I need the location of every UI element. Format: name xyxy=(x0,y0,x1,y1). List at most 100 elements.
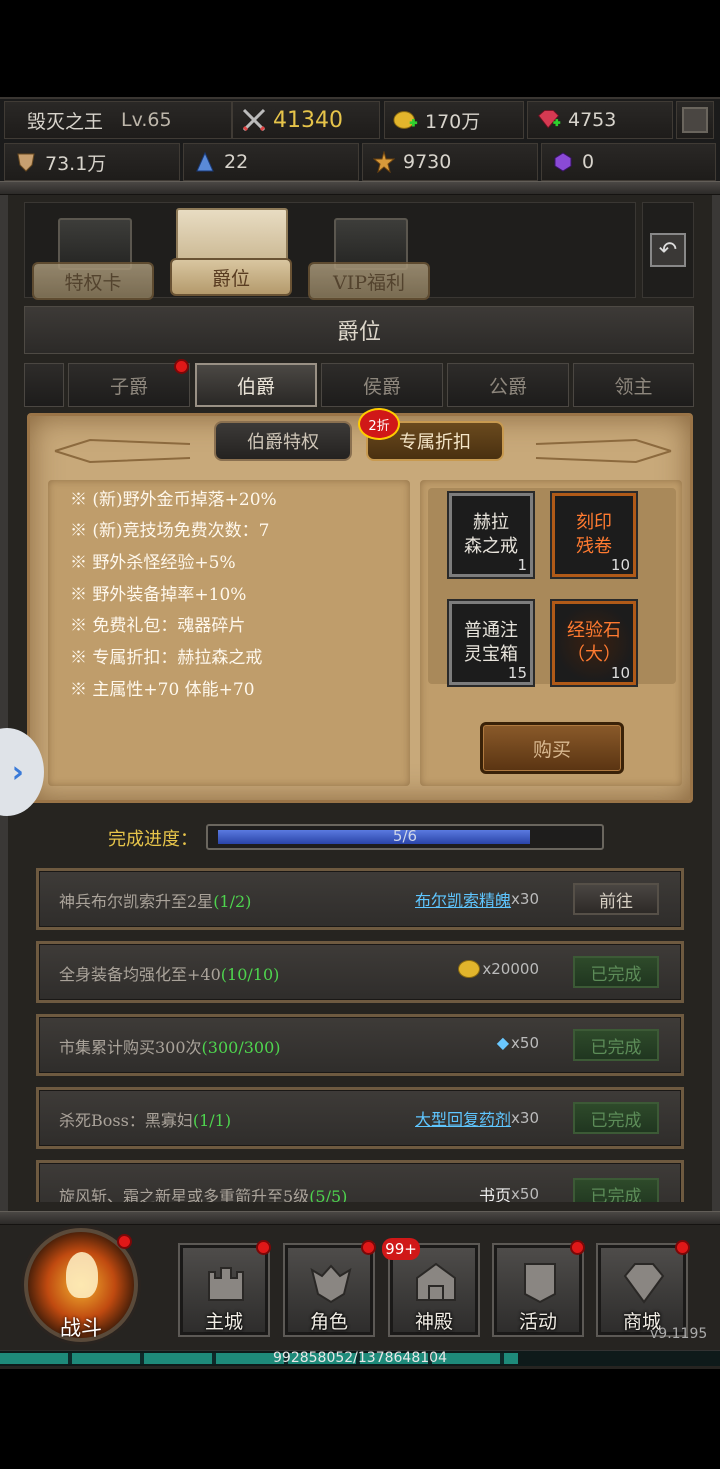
purple-crystal-icon xyxy=(550,149,576,175)
completed-button[interactable]: 已完成 xyxy=(573,956,659,988)
nav-main-city[interactable]: 主城 xyxy=(180,1245,268,1335)
gem-counter[interactable]: 4753 xyxy=(527,101,673,139)
rank-tab-scroll-left[interactable] xyxy=(24,363,64,407)
item-slot[interactable]: 普通注 灵宝箱 15 xyxy=(449,601,533,685)
task-name: 旋风斩、霜之新星或多重箭升至5级(5/5) xyxy=(59,1183,347,1202)
exp-text: 992858052/1378648104 xyxy=(273,1350,447,1366)
task-title: 全身装备均强化至+40 xyxy=(59,965,221,984)
triangle-crystal-icon xyxy=(192,149,218,175)
task-name: 神兵布尔凯索升至2星(1/2) xyxy=(59,888,251,912)
crystal-counter: 0 xyxy=(541,143,716,181)
gem-value: 4753 xyxy=(568,109,617,131)
star-emblem-icon xyxy=(371,149,397,175)
task-row: 旋风斩、霜之新星或多重箭升至5级(5/5) 书页 x50 已完成 xyxy=(36,1160,684,1202)
helmet-icon xyxy=(308,1260,354,1306)
crystal-value: 0 xyxy=(582,151,595,173)
title-bar: 爵位 xyxy=(24,306,694,354)
tab-duke[interactable]: 公爵 xyxy=(447,363,569,407)
mana-value: 22 xyxy=(224,151,249,173)
tab-lord[interactable]: 领主 xyxy=(573,363,694,407)
task-row: 神兵布尔凯索升至2星(1/2) 布尔凯索精魄 x30 前往 xyxy=(36,868,684,930)
task-progress: (5/5) xyxy=(309,1187,348,1202)
reward-link[interactable]: 书页 xyxy=(479,1182,511,1202)
reward-qty: x30 xyxy=(511,1109,539,1127)
honor-value: 9730 xyxy=(403,151,452,173)
perk-line: ※ 野外装备掉率+10% xyxy=(70,585,247,605)
task-reward: 大型回复药剂 x30 xyxy=(415,1106,539,1130)
task-progress: (1/1) xyxy=(192,1111,232,1130)
task-reward: 布尔凯索精魄 x30 xyxy=(415,887,539,911)
perk-line: ※ 免费礼包：魂器碎片 xyxy=(70,616,246,636)
task-progress: (1/2) xyxy=(213,892,252,911)
shield-icon xyxy=(13,149,39,175)
subtab-privilege[interactable]: 伯爵特权 xyxy=(214,421,352,461)
nav-label: 主城 xyxy=(204,1311,243,1333)
reward-qty: x50 xyxy=(511,1033,539,1052)
tab-privilege-card[interactable]: 特权卡 xyxy=(34,264,152,298)
tab-viscount[interactable]: 子爵 xyxy=(68,363,190,407)
reward-link[interactable]: 布尔凯索精魄 xyxy=(415,887,511,911)
completed-button[interactable]: 已完成 xyxy=(573,1029,659,1061)
task-reward: ◆ x50 xyxy=(497,1033,539,1052)
buy-button[interactable]: 购买 xyxy=(480,722,624,774)
task-title: 神兵布尔凯索升至2星 xyxy=(59,892,214,911)
gold-add-icon[interactable] xyxy=(393,107,419,133)
task-row: 市集累计购买300次(300/300) ◆ x50 已完成 xyxy=(36,1014,684,1076)
hp-counter: 73.1万 xyxy=(4,143,180,181)
tab-marquis[interactable]: 侯爵 xyxy=(321,363,443,407)
item-name: 刻印 残卷 xyxy=(576,512,612,557)
task-list-clip: 旋风斩、霜之新星或多重箭升至5级(5/5) 书页 x50 已完成 xyxy=(36,1160,684,1202)
goto-button[interactable]: 前往 xyxy=(573,883,659,915)
nav-battle-label: 战斗 xyxy=(60,1316,102,1340)
reward-qty: x20000 xyxy=(482,960,539,978)
item-count: 15 xyxy=(507,664,527,682)
privilege-card-book-icon xyxy=(58,218,132,270)
task-title: 杀死Boss：黑寡妇 xyxy=(59,1111,193,1130)
item-slot[interactable]: 赫拉 森之戒 1 xyxy=(449,493,533,577)
return-arrow-icon: ↶ xyxy=(650,233,686,267)
chevron-right-icon: › xyxy=(11,754,24,790)
back-button[interactable]: ↶ xyxy=(642,202,694,298)
exp-bar: 992858052/1378648104 xyxy=(0,1350,720,1366)
nav-shop[interactable]: 商城 xyxy=(598,1245,686,1335)
hp-value: 73.1万 xyxy=(45,152,107,175)
flame-icon xyxy=(66,1252,98,1298)
ornament-left xyxy=(54,438,191,464)
task-row: 全身装备均强化至+40(10/10) x20000 已完成 xyxy=(36,941,684,1003)
settings-button[interactable] xyxy=(676,101,714,139)
completed-button[interactable]: 已完成 xyxy=(573,1102,659,1134)
reward-qty: x30 xyxy=(511,890,539,908)
task-reward: x20000 xyxy=(458,960,539,978)
nav-character[interactable]: 角色 xyxy=(285,1245,373,1335)
item-count: 10 xyxy=(610,556,630,574)
tab-vip-benefits[interactable]: VIP福利 xyxy=(310,264,428,298)
notification-dot xyxy=(256,1240,271,1255)
perk-line: ※ (新)竞技场免费次数：7 xyxy=(70,521,270,541)
notification-dot xyxy=(174,359,189,374)
item-slot[interactable]: 经验石 （大） 10 xyxy=(552,601,636,685)
bottom-rail xyxy=(0,1211,720,1225)
player-info[interactable]: 毁灭之王 Lv.65 xyxy=(4,101,232,139)
diamond-icon xyxy=(621,1260,667,1306)
gold-counter[interactable]: 170万 xyxy=(384,101,524,139)
reward-qty: x50 xyxy=(511,1185,539,1202)
progress-label: 完成进度： xyxy=(108,829,198,850)
page-title: 爵位 xyxy=(336,320,381,345)
perk-line: ※ 专属折扣：赫拉森之戒 xyxy=(70,648,263,668)
item-name: 经验石 （大） xyxy=(567,620,621,665)
combat-power: 41340 xyxy=(232,101,380,139)
gem-add-icon[interactable] xyxy=(536,107,562,133)
nav-events[interactable]: 活动 xyxy=(494,1245,582,1335)
tab-rank[interactable]: 爵位 xyxy=(172,260,290,294)
completed-button[interactable]: 已完成 xyxy=(573,1178,659,1202)
task-reward: 书页 x50 xyxy=(479,1182,539,1202)
tab-earl[interactable]: 伯爵 xyxy=(195,363,317,407)
version-label: v9.1195 xyxy=(650,1326,708,1342)
reward-link[interactable]: 大型回复药剂 xyxy=(415,1106,511,1130)
perk-line: ※ (新)野外金币掉落+20% xyxy=(70,490,277,510)
player-name: 毁灭之王 xyxy=(27,110,104,133)
player-level: Lv.65 xyxy=(121,109,172,131)
gold-coin-icon xyxy=(458,960,481,978)
task-name: 杀死Boss：黑寡妇(1/1) xyxy=(59,1107,231,1131)
item-slot[interactable]: 刻印 残卷 10 xyxy=(552,493,636,577)
